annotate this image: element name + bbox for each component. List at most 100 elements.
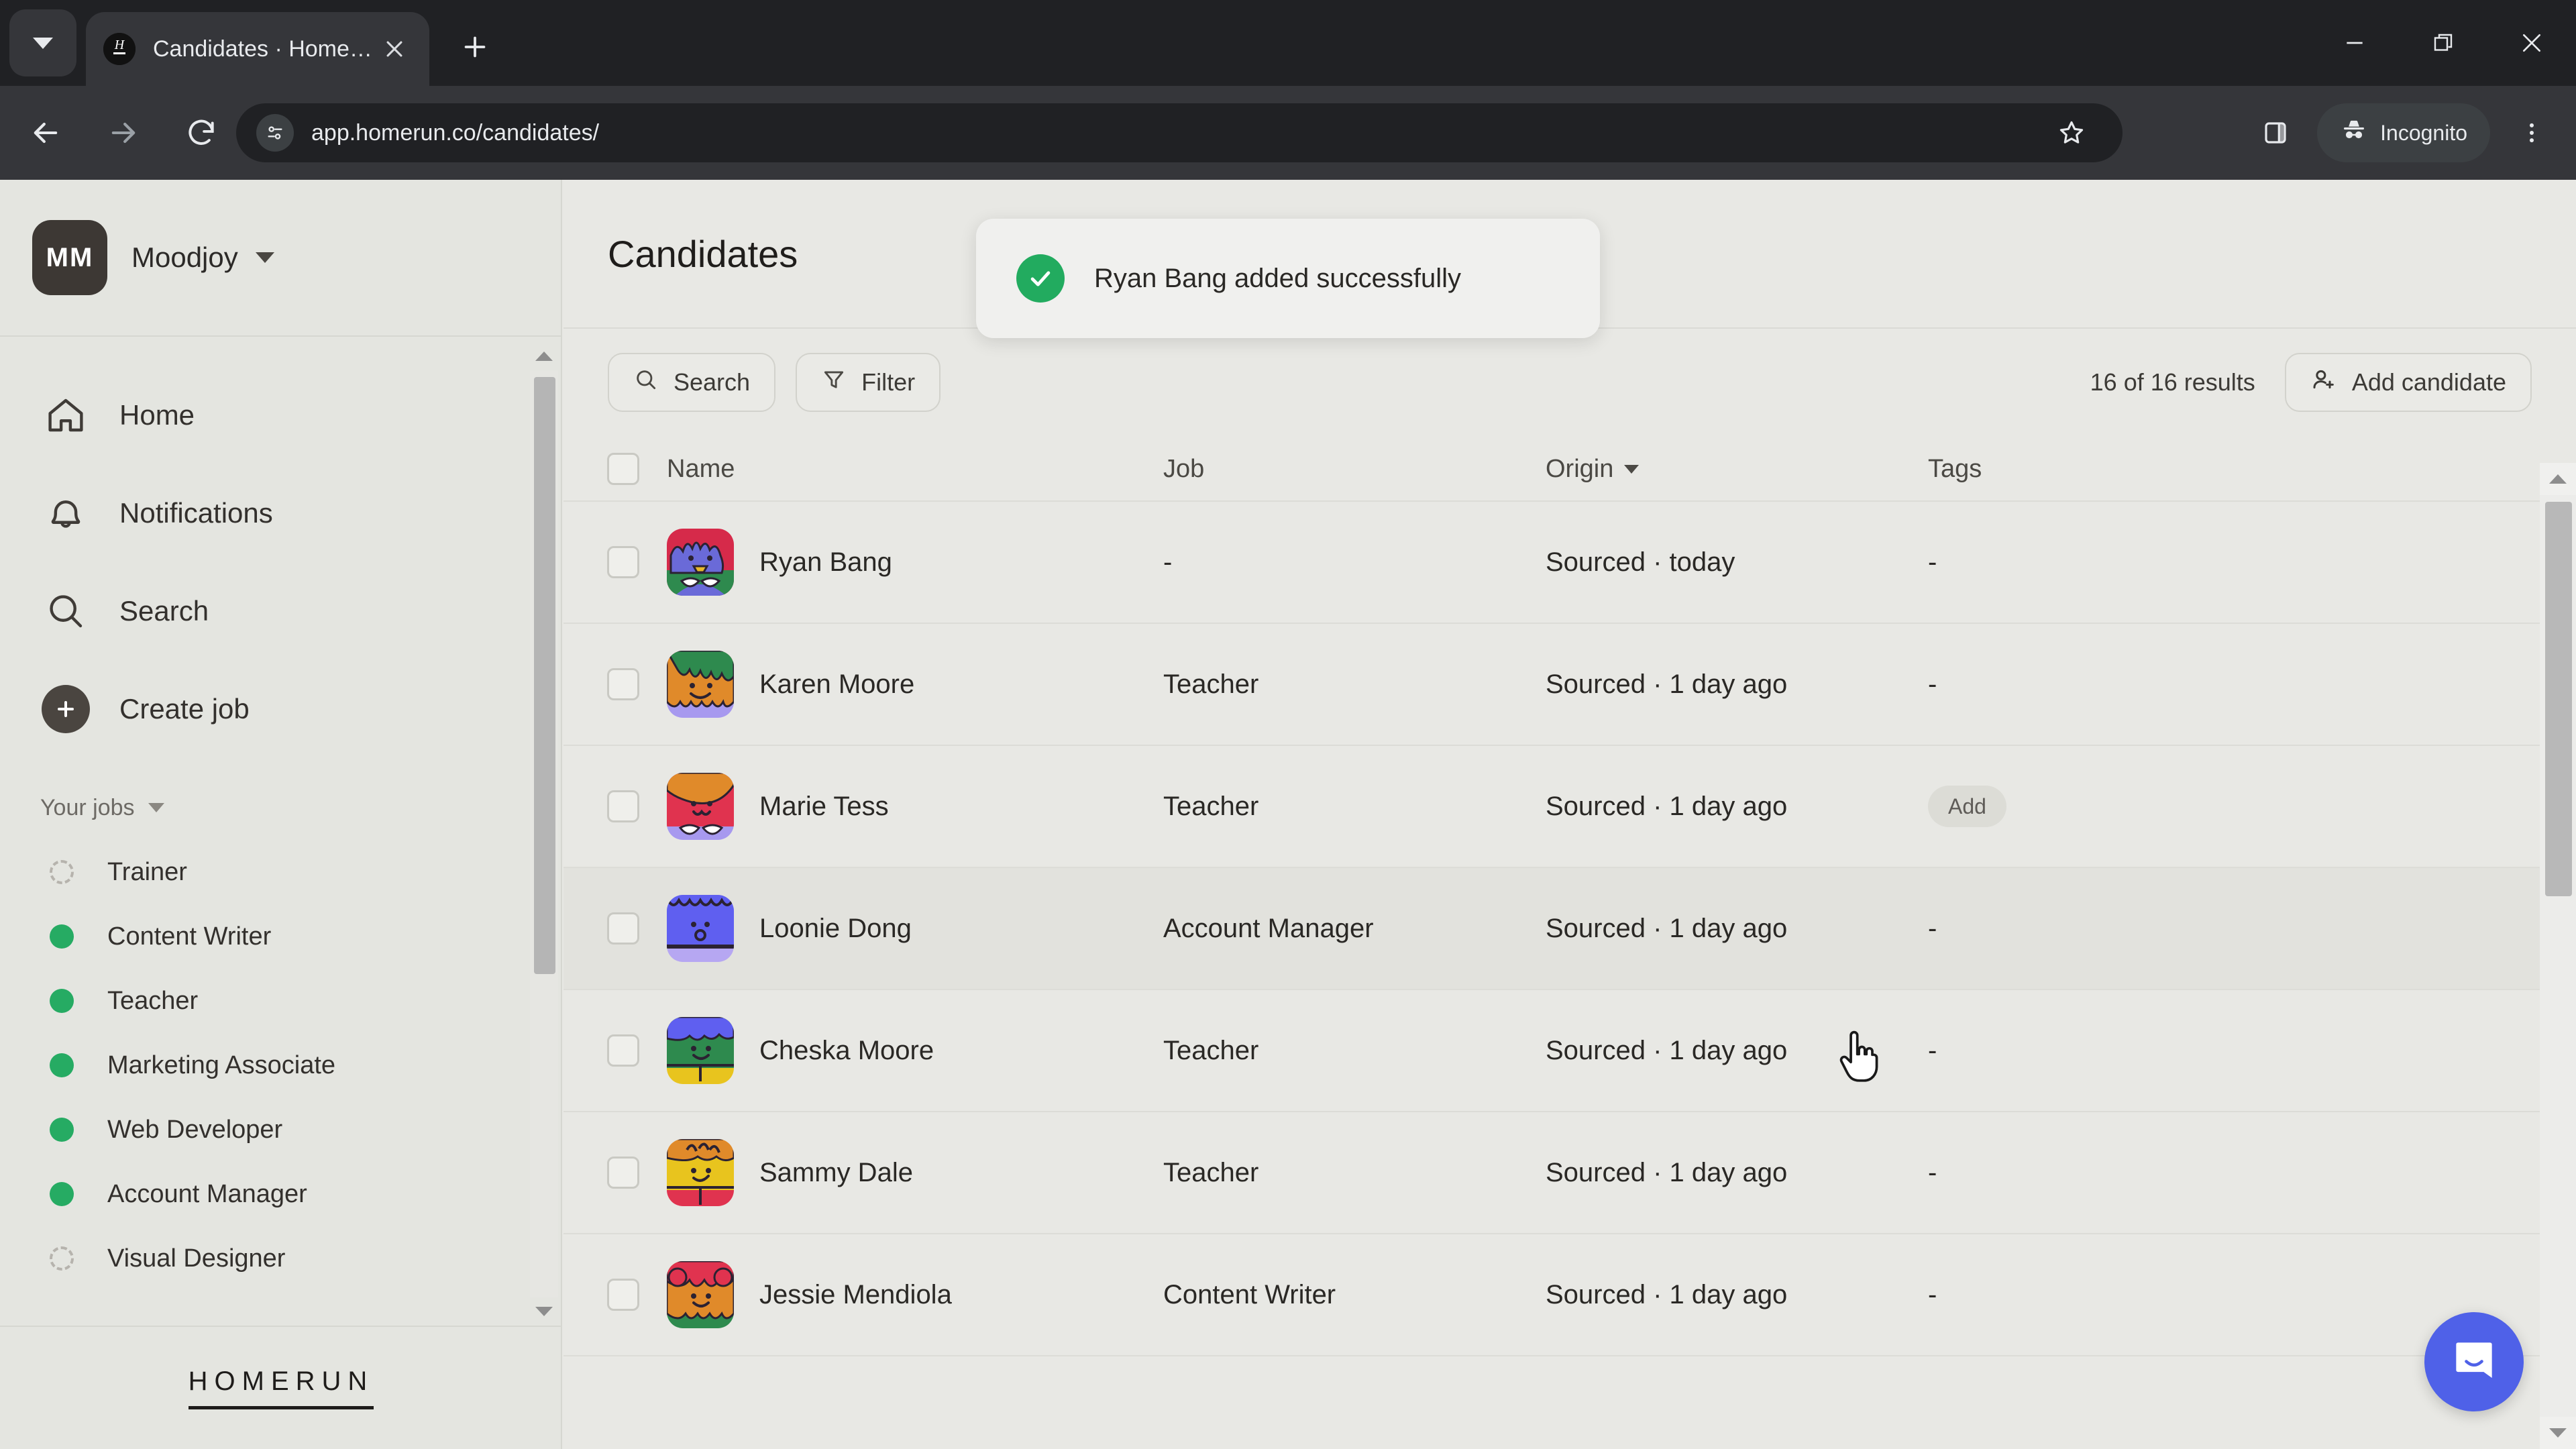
candidate-name-cell: Sammy Dale	[667, 1139, 1163, 1206]
three-dot-menu-icon[interactable]	[2500, 101, 2564, 165]
list-toolbar: Search Filter 16 of 16 results Add candi…	[564, 329, 2576, 436]
candidate-origin: Sourced · 1 day ago	[1546, 1035, 1788, 1065]
sidebar-scrollbar-thumb[interactable]	[534, 377, 555, 974]
chevron-down-icon	[148, 803, 164, 812]
table-row[interactable]: Jessie Mendiola Content Writer Sourced ·…	[564, 1234, 2576, 1356]
restore-icon[interactable]	[2399, 0, 2487, 86]
candidate-origin: Sourced · today	[1546, 547, 1735, 577]
avatar	[667, 1139, 734, 1206]
candidate-name: Cheska Moore	[759, 1035, 934, 1065]
sidebar-scrollbar[interactable]	[530, 342, 558, 1326]
scroll-up-arrow-icon[interactable]	[530, 342, 558, 370]
sidebar-job-visual-designer[interactable]: Visual Designer	[0, 1226, 562, 1291]
search-icon	[40, 586, 91, 637]
candidate-job: Teacher	[1163, 1157, 1259, 1187]
scroll-down-arrow-icon[interactable]	[2540, 1417, 2576, 1449]
column-header-job[interactable]: Job	[1163, 455, 1546, 484]
candidate-origin: Sourced · 1 day ago	[1546, 913, 1788, 943]
results-count: 16 of 16 results	[2090, 368, 2255, 396]
star-icon[interactable]	[2047, 113, 2096, 153]
tab-close-icon[interactable]	[377, 32, 412, 66]
sidebar-job-web-developer[interactable]: Web Developer	[0, 1097, 562, 1162]
scroll-up-arrow-icon[interactable]	[2540, 463, 2576, 495]
your-jobs-toggle[interactable]: Your jobs	[0, 775, 562, 840]
new-tab-button[interactable]	[451, 23, 499, 71]
sidebar-job-account-manager[interactable]: Account Manager	[0, 1162, 562, 1226]
candidate-name-cell: Ryan Bang	[667, 529, 1163, 596]
avatar	[667, 529, 734, 596]
caret-down-icon	[1624, 464, 1640, 474]
add-candidate-button[interactable]: Add candidate	[2284, 353, 2532, 412]
candidate-job: -	[1163, 547, 1173, 577]
column-header-origin-label: Origin	[1546, 454, 1614, 483]
reload-button[interactable]	[169, 101, 233, 165]
row-checkbox[interactable]	[607, 1034, 639, 1067]
homerun-favicon: H	[103, 33, 136, 65]
org-switcher[interactable]: MM Moodjoy	[0, 180, 561, 337]
chat-launcher-button[interactable]	[2424, 1312, 2524, 1411]
sidebar-item-label: Notifications	[119, 497, 273, 529]
table-row[interactable]: Sammy Dale Teacher Sourced · 1 day ago -	[564, 1112, 2576, 1234]
browser-toolbar: app.homerun.co/candidates/ Incognito	[0, 86, 2576, 180]
job-status-dot-live	[50, 924, 74, 949]
search-button-label: Search	[674, 368, 751, 396]
row-select-cell	[580, 546, 667, 578]
row-checkbox[interactable]	[607, 668, 639, 700]
column-header-origin[interactable]: Origin	[1546, 455, 1928, 484]
candidate-tags: -	[1928, 669, 1937, 699]
job-status-dot-draft	[50, 860, 74, 884]
row-checkbox[interactable]	[607, 1157, 639, 1189]
address-bar[interactable]: app.homerun.co/candidates/	[236, 103, 2123, 162]
candidates-table: Name Job Origin Tags Ryan Bang - Sourced…	[564, 437, 2576, 1449]
tab-search-button[interactable]	[9, 9, 76, 76]
add-tag-button[interactable]: Add	[1928, 786, 2006, 827]
sidebar-job-marketing-associate[interactable]: Marketing Associate	[0, 1033, 562, 1097]
main-scrollbar-thumb[interactable]	[2545, 502, 2572, 896]
avatar	[667, 1261, 734, 1328]
sidebar-job-teacher[interactable]: Teacher	[0, 969, 562, 1033]
row-checkbox[interactable]	[607, 912, 639, 945]
back-button[interactable]	[13, 101, 78, 165]
close-icon[interactable]	[2487, 0, 2576, 86]
column-header-name[interactable]: Name	[667, 455, 1163, 484]
table-row[interactable]: Cheska Moore Teacher Sourced · 1 day ago…	[564, 990, 2576, 1112]
sidebar-item-create-job[interactable]: Create job	[0, 660, 562, 758]
row-select-cell	[580, 912, 667, 945]
candidate-origin: Sourced · 1 day ago	[1546, 669, 1788, 699]
table-row[interactable]: Loonie Dong Account Manager Sourced · 1 …	[564, 868, 2576, 990]
sidebar-item-home[interactable]: Home	[0, 366, 562, 464]
scroll-down-arrow-icon[interactable]	[530, 1297, 558, 1326]
table-row[interactable]: Marie Tess Teacher Sourced · 1 day ago A…	[564, 746, 2576, 868]
row-select-cell	[580, 1034, 667, 1067]
side-panel-icon[interactable]	[2243, 101, 2308, 165]
row-checkbox[interactable]	[607, 1279, 639, 1311]
page-settings-icon[interactable]	[256, 114, 294, 152]
table-row[interactable]: Karen Moore Teacher Sourced · 1 day ago …	[564, 624, 2576, 746]
forward-button[interactable]	[91, 101, 156, 165]
select-all-checkbox[interactable]	[607, 453, 639, 485]
table-row[interactable]: Ryan Bang - Sourced · today -	[564, 502, 2576, 624]
sidebar-item-search[interactable]: Search	[0, 562, 562, 660]
incognito-indicator[interactable]: Incognito	[2317, 103, 2490, 162]
browser-tab[interactable]: H Candidates · Homerun	[86, 12, 429, 86]
row-checkbox[interactable]	[607, 546, 639, 578]
sidebar-job-trainer[interactable]: Trainer	[0, 840, 562, 904]
table-header-row: Name Job Origin Tags	[564, 437, 2576, 502]
column-header-tags[interactable]: Tags	[1928, 455, 2263, 484]
candidate-name-cell: Jessie Mendiola	[667, 1261, 1163, 1328]
row-select-cell	[580, 790, 667, 822]
row-checkbox[interactable]	[607, 790, 639, 822]
sidebar-item-notifications[interactable]: Notifications	[0, 464, 562, 562]
toolbar-actions: Incognito	[2243, 101, 2564, 165]
main-scrollbar[interactable]	[2540, 463, 2576, 1449]
bell-icon	[40, 488, 91, 539]
minimize-icon[interactable]	[2310, 0, 2399, 86]
sidebar-job-label: Teacher	[107, 986, 199, 1015]
sidebar-job-content-writer[interactable]: Content Writer	[0, 904, 562, 969]
avatar	[667, 895, 734, 962]
window-controls	[2310, 0, 2576, 86]
search-button[interactable]: Search	[608, 353, 776, 412]
sidebar-job-label: Account Manager	[107, 1179, 307, 1208]
toolbar-right-group: 16 of 16 results Add candidate	[2090, 353, 2532, 412]
filter-button[interactable]: Filter	[796, 353, 941, 412]
